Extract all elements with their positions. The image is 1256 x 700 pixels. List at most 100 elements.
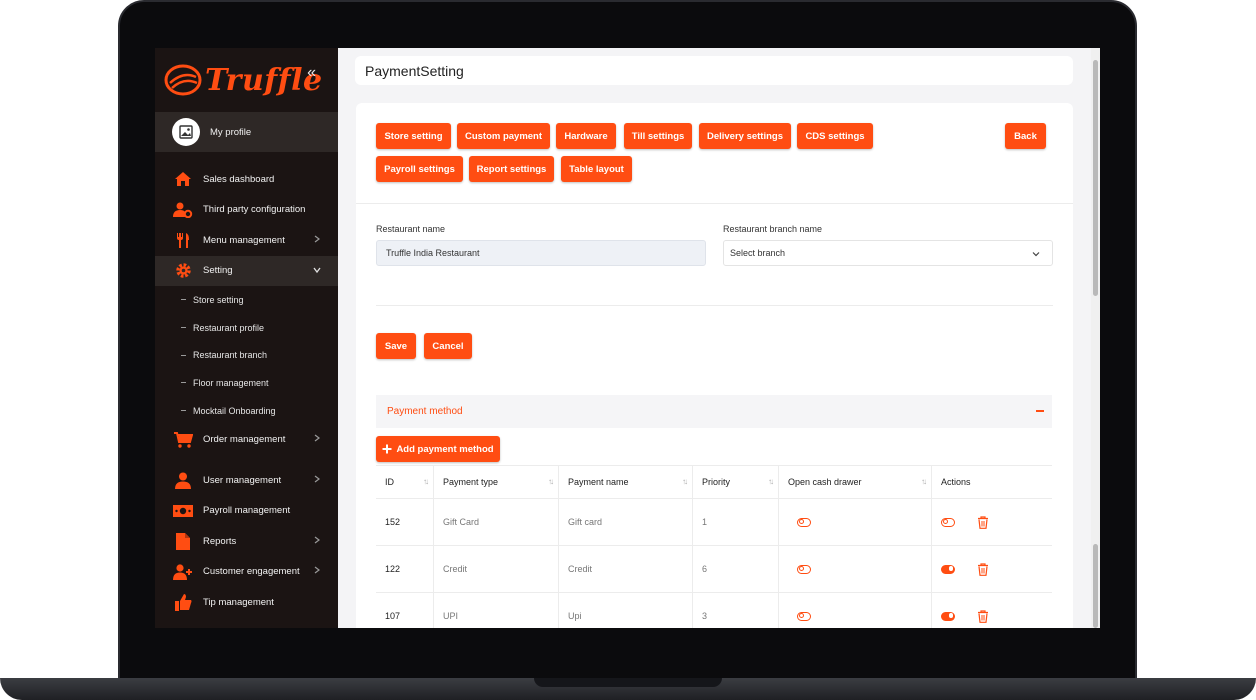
truffle-logo-icon <box>164 64 202 96</box>
sidebar-subitem-store-setting[interactable]: Store setting <box>155 286 338 314</box>
cash-drawer-toggle[interactable] <box>797 564 811 574</box>
image-icon <box>179 125 193 139</box>
cancel-button[interactable]: Cancel <box>424 333 472 359</box>
divider <box>356 203 1073 204</box>
gear-icon <box>173 262 193 280</box>
sidebar-item-order-management[interactable]: Order management <box>155 424 338 455</box>
back-button[interactable]: Back <box>1005 123 1046 149</box>
sidebar-item-reports[interactable]: Reports <box>155 526 338 557</box>
cell-payment-type: Credit <box>434 546 559 592</box>
active-toggle[interactable] <box>941 517 955 527</box>
sidebar-item-tip-management[interactable]: Tip management <box>155 587 338 618</box>
cell-actions <box>932 546 1052 592</box>
sidebar-subitem-mocktail-onboarding[interactable]: Mocktail Onboarding <box>155 397 338 425</box>
sidebar-item-label: Payroll management <box>203 505 291 517</box>
scrollbar-thumb[interactable] <box>1093 60 1098 296</box>
cell-priority: 6 <box>693 546 779 592</box>
restaurant-name-field[interactable]: Truffle India Restaurant <box>376 240 706 266</box>
tab-custom-payment[interactable]: Custom payment <box>457 123 550 149</box>
restaurant-name-label: Restaurant name <box>376 224 446 234</box>
save-button[interactable]: Save <box>376 333 416 359</box>
active-toggle[interactable] <box>941 611 955 621</box>
sidebar-subitem-floor-management[interactable]: Floor management <box>155 369 338 397</box>
tab-cds-settings[interactable]: CDS settings <box>797 123 873 149</box>
column-header-open-cash-drawer[interactable]: Open cash drawer ↑↓ <box>779 466 932 498</box>
tab-delivery-settings[interactable]: Delivery settings <box>699 123 791 149</box>
avatar <box>172 118 200 146</box>
sidebar-item-third-party-configuration[interactable]: Third party configuration <box>155 195 338 226</box>
sidebar-item-label: Third party configuration <box>203 204 306 216</box>
tab-till-settings[interactable]: Till settings <box>624 123 692 149</box>
column-header-payment-name[interactable]: Payment name ↑↓ <box>559 466 693 498</box>
sort-icon: ↑↓ <box>548 477 554 486</box>
column-header-priority[interactable]: Priority ↑↓ <box>693 466 779 498</box>
sidebar-subitem-restaurant-profile[interactable]: Restaurant profile <box>155 314 338 342</box>
laptop-notch <box>534 678 722 687</box>
tab-hardware[interactable]: Hardware <box>556 123 616 149</box>
cell-id: 122 <box>376 546 434 592</box>
cell-payment-type: UPI <box>434 593 559 628</box>
main-content: PaymentSetting Store setting Custom paym… <box>338 48 1100 628</box>
trash-icon[interactable] <box>977 515 989 529</box>
tab-payroll-settings[interactable]: Payroll settings <box>376 156 463 182</box>
branch-name-label: Restaurant branch name <box>723 224 823 234</box>
page-title: PaymentSetting <box>355 56 1073 85</box>
profile-item[interactable]: My profile <box>155 112 338 152</box>
sidebar-subitem-restaurant-branch[interactable]: Restaurant branch <box>155 341 338 369</box>
sidebar-item-customer-engagement[interactable]: Customer engagement <box>155 556 338 587</box>
sidebar-item-label: Reports <box>203 535 237 547</box>
cell-id: 152 <box>376 499 434 545</box>
cell-open-cash-drawer <box>779 499 932 545</box>
divider <box>376 305 1053 306</box>
chevron-right-icon <box>314 235 320 243</box>
page-scrollbar[interactable] <box>1091 48 1100 628</box>
chevron-right-icon <box>314 536 320 544</box>
add-payment-method-label: Add payment method <box>396 443 494 455</box>
sidebar-item-payroll-management[interactable]: Payroll management <box>155 495 338 526</box>
brand-name: Truffle <box>205 62 323 98</box>
fork-knife-icon <box>173 231 193 249</box>
scrollbar-thumb-inner[interactable] <box>1093 544 1098 628</box>
tab-report-settings[interactable]: Report settings <box>469 156 554 182</box>
payment-method-accordion[interactable]: Payment method <box>376 395 1052 428</box>
profile-label: My profile <box>210 126 252 138</box>
cell-id: 107 <box>376 593 434 628</box>
column-header-id[interactable]: ID ↑↓ <box>376 466 434 498</box>
minus-icon[interactable] <box>1036 410 1044 412</box>
cell-payment-name: Gift card <box>559 499 693 545</box>
sidebar-item-user-management[interactable]: User management <box>155 465 338 496</box>
sidebar-item-menu-management[interactable]: Menu management <box>155 225 338 256</box>
cart-icon <box>173 431 193 449</box>
trash-icon[interactable] <box>977 562 989 576</box>
chevron-right-icon <box>314 566 320 574</box>
accordion-title: Payment method <box>387 406 463 417</box>
branch-select[interactable]: Select branch <box>723 240 1053 266</box>
cash-drawer-toggle[interactable] <box>797 611 811 621</box>
sort-icon: ↑↓ <box>423 477 429 486</box>
table-row: 122 Credit Credit 6 <box>376 546 1052 593</box>
sort-icon: ↑↓ <box>768 477 774 486</box>
thumbs-up-icon <box>173 593 193 611</box>
settings-card: Store setting Custom payment Hardware Ti… <box>356 103 1073 628</box>
sidebar-subitem-label: Floor management <box>193 377 269 388</box>
active-toggle[interactable] <box>941 564 955 574</box>
chevron-right-icon <box>314 434 320 442</box>
logo: Truffle « <box>155 48 338 112</box>
sort-icon: ↑↓ <box>682 477 688 486</box>
sidebar-item-sales-dashboard[interactable]: Sales dashboard <box>155 164 338 195</box>
tab-store-setting[interactable]: Store setting <box>376 123 451 149</box>
sidebar-item-label: Menu management <box>203 234 285 246</box>
column-header-payment-type[interactable]: Payment type ↑↓ <box>434 466 559 498</box>
cell-priority: 3 <box>693 593 779 628</box>
sidebar-nav: Sales dashboard Third party configuratio… <box>155 164 338 617</box>
sidebar-item-label: Sales dashboard <box>203 173 275 185</box>
file-icon <box>173 532 193 550</box>
trash-icon[interactable] <box>977 609 989 623</box>
double-chevron-left-icon[interactable]: « <box>307 64 316 82</box>
sidebar-item-setting[interactable]: Setting <box>155 255 338 286</box>
chevron-down-icon <box>1032 252 1040 257</box>
tab-table-layout[interactable]: Table layout <box>561 156 632 182</box>
cash-drawer-toggle[interactable] <box>797 517 811 527</box>
add-payment-method-button[interactable]: Add payment method <box>376 436 500 462</box>
column-header-actions: Actions <box>941 477 971 487</box>
